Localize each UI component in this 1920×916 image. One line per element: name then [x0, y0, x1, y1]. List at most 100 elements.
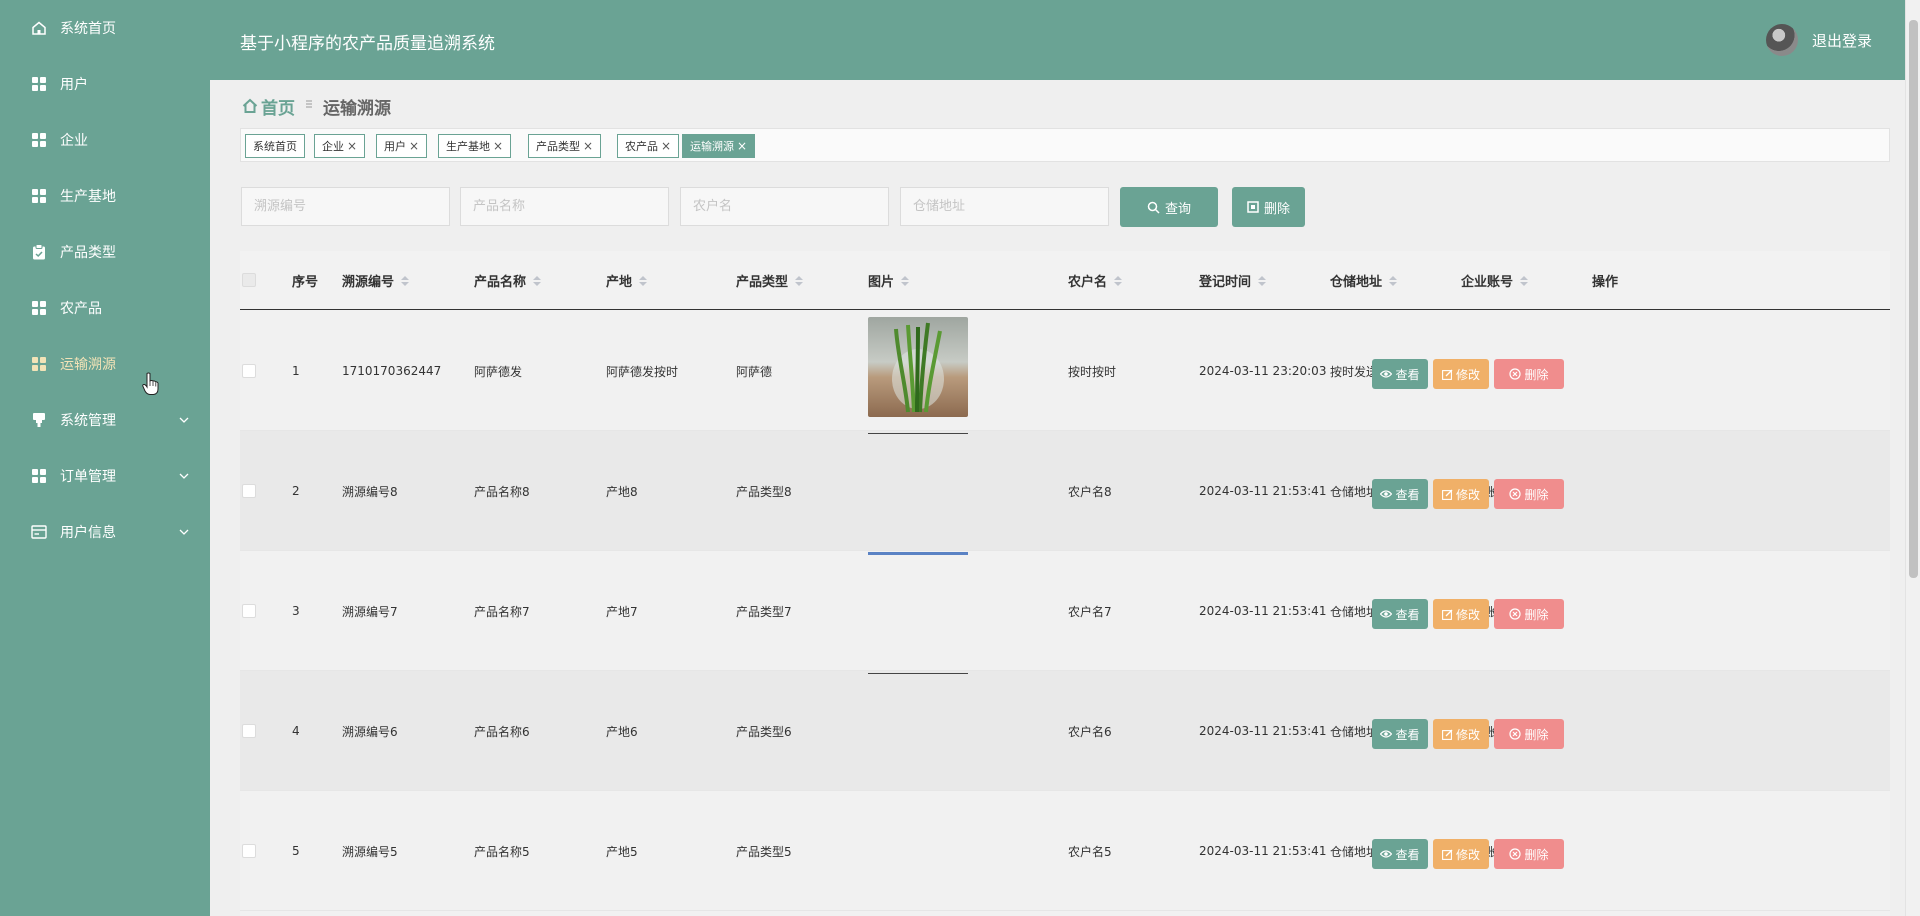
sidebar-item-production-base[interactable]: 生产基地 [0, 168, 210, 224]
edit-button[interactable]: 修改 [1433, 359, 1489, 389]
edit-button[interactable]: 修改 [1433, 839, 1489, 869]
cell-time: 2024-03-11 21:53:41 [1199, 724, 1327, 738]
grid-icon [31, 356, 47, 372]
view-button[interactable]: 查看 [1372, 359, 1428, 389]
tab-agri-product[interactable]: 农产品 × [617, 134, 680, 158]
tab-users[interactable]: 用户 × [376, 134, 428, 158]
cell-farmer: 农户名8 [1068, 484, 1112, 499]
close-icon[interactable]: × [493, 139, 503, 153]
sidebar-item-system-management[interactable]: 系统管理 [0, 392, 210, 448]
row-checkbox[interactable] [242, 604, 256, 618]
trace-no-input[interactable] [241, 187, 450, 226]
sort-icon[interactable] [401, 275, 410, 286]
sort-icon[interactable] [1258, 275, 1267, 286]
sort-icon[interactable] [901, 275, 910, 286]
row-checkbox[interactable] [242, 484, 256, 498]
hand-cursor-icon [142, 372, 160, 400]
edit-icon [1442, 369, 1453, 380]
breadcrumb-home[interactable]: 首页 [242, 94, 295, 119]
cell-type: 产品类型5 [736, 844, 792, 859]
column-header-image[interactable]: 图片 [868, 251, 910, 310]
home-icon [31, 20, 47, 36]
view-button[interactable]: 查看 [1372, 839, 1428, 869]
eye-icon [1380, 370, 1393, 378]
delete-button[interactable]: 删除 [1494, 839, 1564, 869]
delete-button[interactable]: 删除 [1494, 359, 1564, 389]
farmer-name-input[interactable] [680, 187, 889, 226]
column-header-account[interactable]: 企业账号 [1461, 251, 1529, 310]
row-checkbox[interactable] [242, 364, 256, 378]
sidebar-item-user-info[interactable]: 用户信息 [0, 504, 210, 560]
delete-button[interactable]: 删除 [1494, 719, 1564, 749]
sidebar-item-enterprise[interactable]: 企业 [0, 112, 210, 168]
view-button[interactable]: 查看 [1372, 599, 1428, 629]
sidebar-item-label: 用户 [60, 77, 88, 93]
grid-icon [31, 300, 47, 316]
tab-label: 产品类型 [536, 140, 580, 153]
scrollbar-thumb[interactable] [1909, 20, 1918, 578]
tab-label: 生产基地 [446, 140, 490, 153]
table-row: 2 溯源编号8 产品名称8 产地8 产品类型8 农户名8 2024-03-11 … [240, 431, 1890, 551]
sidebar-item-label: 企业 [60, 133, 88, 149]
sidebar-item-home[interactable]: 系统首页 [0, 0, 210, 56]
sidebar-item-product-type[interactable]: 产品类型 [0, 224, 210, 280]
grid-icon [31, 188, 47, 204]
tab-enterprise[interactable]: 企业 × [314, 134, 366, 158]
grid-icon [31, 468, 47, 484]
home-icon [242, 98, 258, 113]
tab-production-base[interactable]: 生产基地 × [438, 134, 512, 158]
view-button[interactable]: 查看 [1372, 719, 1428, 749]
delete-button[interactable]: 删除 [1494, 479, 1564, 509]
query-button[interactable]: 查询 [1120, 187, 1218, 227]
page-scrollbar[interactable] [1905, 0, 1920, 916]
sidebar-item-users[interactable]: 用户 [0, 56, 210, 112]
tab-product-type[interactable]: 产品类型 × [528, 134, 602, 158]
close-icon[interactable]: × [347, 139, 357, 153]
logout-button[interactable]: 退出登录 [1812, 30, 1872, 51]
view-button[interactable]: 查看 [1372, 479, 1428, 509]
column-header-warehouse[interactable]: 仓储地址 [1330, 251, 1398, 310]
sort-icon[interactable] [795, 275, 804, 286]
edit-button[interactable]: 修改 [1433, 719, 1489, 749]
cell-product: 阿萨德发 [474, 364, 523, 379]
close-icon[interactable]: × [583, 139, 593, 153]
sidebar-item-transport-trace[interactable]: 运输溯源 [0, 336, 210, 392]
column-header-register-time[interactable]: 登记时间 [1199, 251, 1267, 310]
warehouse-input[interactable] [900, 187, 1109, 226]
sort-icon[interactable] [533, 275, 542, 286]
column-header-product-name[interactable]: 产品名称 [474, 251, 542, 310]
sidebar-item-agri-product[interactable]: 农产品 [0, 280, 210, 336]
sort-icon[interactable] [639, 275, 648, 286]
cell-origin: 阿萨德发按时 [606, 364, 679, 379]
eye-icon [1380, 850, 1393, 858]
image-placeholder [868, 433, 968, 434]
row-checkbox[interactable] [242, 844, 256, 858]
sort-icon[interactable] [1389, 275, 1398, 286]
close-icon[interactable]: × [409, 139, 419, 153]
avatar[interactable] [1766, 24, 1798, 56]
column-header-product-type[interactable]: 产品类型 [736, 251, 804, 310]
tab-system-home[interactable]: 系统首页 [245, 134, 305, 158]
edit-button[interactable]: 修改 [1433, 599, 1489, 629]
chevron-down-icon [178, 526, 190, 538]
product-name-input[interactable] [460, 187, 669, 226]
sort-icon[interactable] [1114, 275, 1123, 286]
cell-trace-no: 溯源编号8 [342, 484, 398, 499]
select-all-checkbox[interactable] [242, 273, 256, 287]
column-header-farmer[interactable]: 农户名 [1068, 251, 1123, 310]
table-row: 4 溯源编号6 产品名称6 产地6 产品类型6 农户名6 2024-03-11 … [240, 671, 1890, 791]
top-header: 基于小程序的农产品质量追溯系统 退出登录 [210, 0, 1920, 80]
close-icon[interactable]: × [661, 139, 671, 153]
sidebar-item-order-management[interactable]: 订单管理 [0, 448, 210, 504]
cell-trace-no: 1710170362447 [342, 364, 442, 378]
tab-transport-trace[interactable]: 运输溯源 × [682, 134, 756, 158]
product-image[interactable] [868, 317, 968, 417]
edit-button[interactable]: 修改 [1433, 479, 1489, 509]
close-icon[interactable]: × [737, 139, 747, 153]
sort-icon[interactable] [1520, 275, 1529, 286]
delete-button[interactable]: 删除 [1494, 599, 1564, 629]
row-checkbox[interactable] [242, 724, 256, 738]
column-header-origin[interactable]: 产地 [606, 251, 648, 310]
column-header-trace-no[interactable]: 溯源编号 [342, 251, 410, 310]
batch-delete-button[interactable]: 删除 [1232, 187, 1305, 227]
